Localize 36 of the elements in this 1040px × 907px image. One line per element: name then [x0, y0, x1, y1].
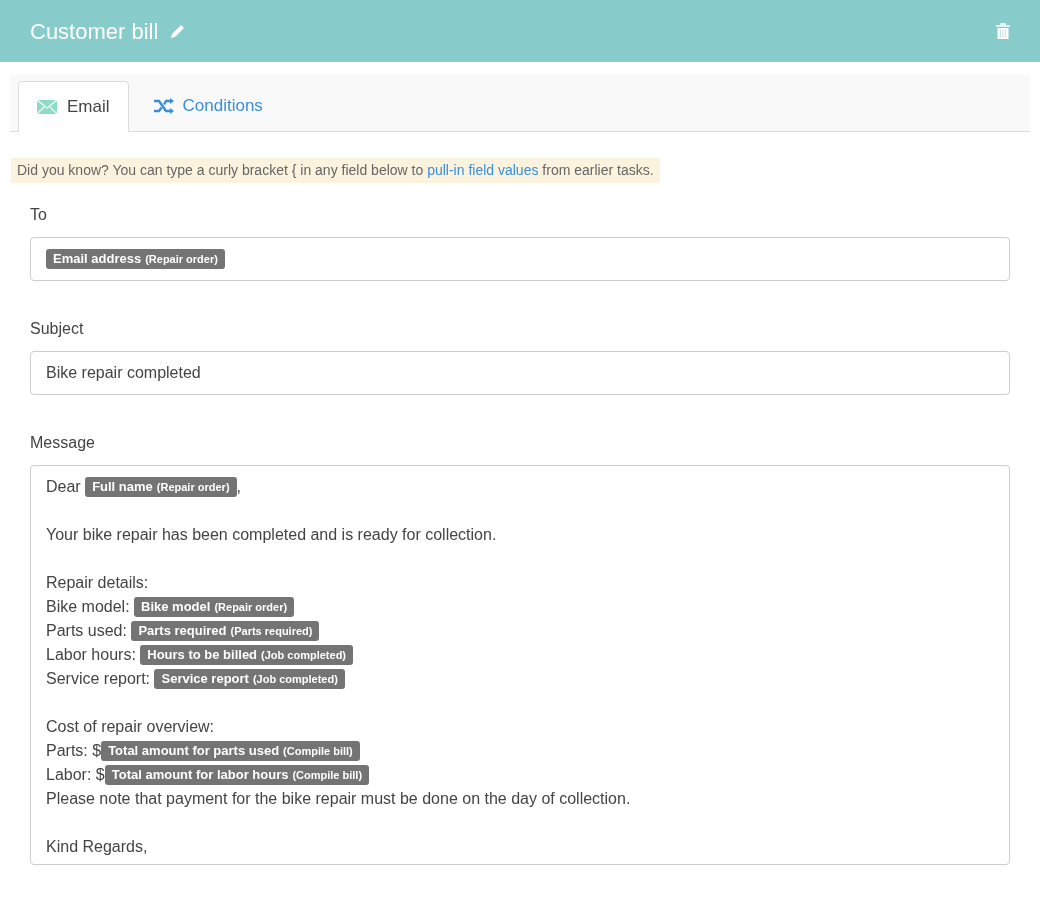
- message-text: Service report:: [46, 669, 152, 689]
- recipient-field[interactable]: Email address (Repair order): [30, 237, 1010, 281]
- message-text: Labor: $: [46, 765, 105, 785]
- field-tag[interactable]: Hours to be billed (Job completed): [140, 645, 354, 665]
- message-text: Please note that payment for the bike repair must be done on the day of collection.: [46, 789, 631, 809]
- pencil-icon[interactable]: [170, 23, 187, 39]
- message-text: Repair details:: [46, 573, 149, 593]
- message-text: Kind Regards,: [46, 837, 148, 857]
- field-tag[interactable]: Total amount for parts used (Compile bill): [101, 741, 360, 761]
- field-tag[interactable]: Email address (Repair order): [46, 249, 225, 269]
- pull-in-link[interactable]: pull-in field values: [427, 162, 539, 178]
- message-text: Dear: [46, 477, 82, 497]
- field-tag[interactable]: Full name (Repair order): [85, 477, 237, 497]
- message-text: Parts: $: [46, 741, 102, 761]
- message-text: ,: [236, 477, 241, 497]
- tab[interactable]: Email: [18, 81, 129, 132]
- message-text: Cost of repair overview:: [46, 717, 215, 737]
- tip-banner: Did you know? You can type a curly bracket { in any field below to pull-in field values from earlier tasks.: [11, 158, 660, 183]
- message-text: Bike model:: [46, 597, 131, 617]
- field-tag[interactable]: Service report (Job completed): [154, 669, 345, 689]
- trash-icon[interactable]: [996, 23, 1010, 39]
- page-title: Customer bill: [30, 17, 159, 46]
- tab[interactable]: Conditions: [132, 80, 283, 131]
- message-text: Your bike repair has been completed and is ready for collection.: [46, 525, 497, 545]
- field-label: To: [30, 205, 48, 225]
- field-label: Subject: [30, 319, 85, 339]
- field-tag[interactable]: Parts required (Parts required): [131, 621, 320, 641]
- subject-field[interactable]: Bike repair completed: [30, 351, 1010, 395]
- envelope-icon: [37, 100, 57, 114]
- message-text: Labor hours:: [46, 645, 137, 665]
- field-label: Message: [30, 433, 96, 453]
- field-tag[interactable]: Bike model (Repair order): [134, 597, 295, 617]
- shuffle-icon: [152, 97, 175, 114]
- message-field[interactable]: [30, 465, 1010, 865]
- message-text: Parts used:: [46, 621, 128, 641]
- field-tag[interactable]: Total amount for labor hours (Compile bill): [104, 765, 370, 785]
